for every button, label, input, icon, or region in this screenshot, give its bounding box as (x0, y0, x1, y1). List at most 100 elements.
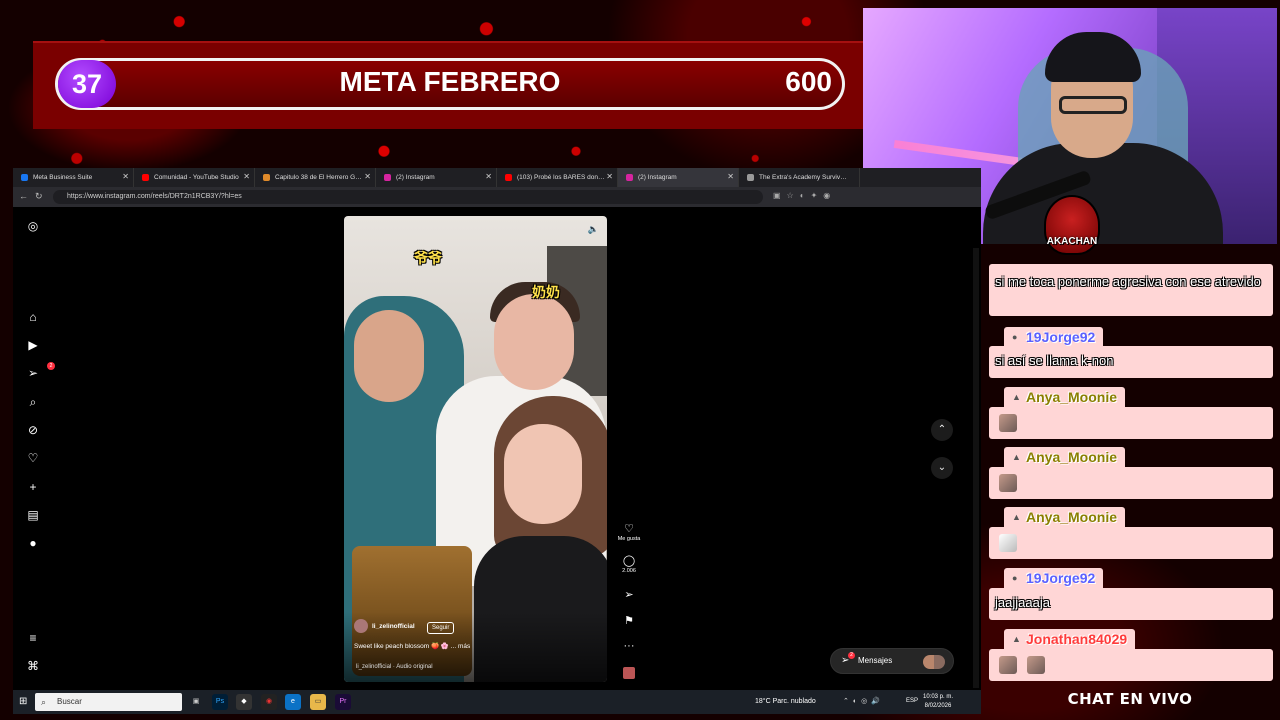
address-bar-row: ← ↻ https://www.instagram.com/reels/DRT2… (13, 187, 981, 207)
tab-extras-academy[interactable]: The Extra's Academy Survival Gui (739, 168, 860, 187)
chat-username: Anya_Moonie (1026, 509, 1118, 525)
messages-pill[interactable]: ➢ 2 Mensajes (830, 648, 954, 674)
tab-youtube-bares[interactable]: (103) Probé los BARES donde los ✕ (497, 168, 618, 187)
close-icon[interactable]: ✕ (243, 172, 250, 181)
photoshop-icon[interactable]: Ps (212, 694, 228, 710)
tab-label: The Extra's Academy Survival Gui (759, 174, 847, 181)
obs-icon[interactable]: ◉ (261, 694, 277, 710)
search-icon: ⌕ (41, 697, 47, 707)
reel-user-avatar[interactable] (354, 619, 368, 633)
dashboard-icon[interactable]: ▤ (26, 508, 40, 522)
instagram-sidebar: ◎ ⌂ ▶ ➢ 2 ⌕ ⊘ ♡ + ▤ ● ≡ ⌘ (13, 207, 55, 690)
tab-instagram-1[interactable]: (2) Instagram ✕ (376, 168, 497, 187)
tab-label: Meta Business Suite (33, 174, 93, 181)
taskbar-search[interactable]: ⌕ Buscar (35, 693, 182, 711)
chat-message-text: si así se llama k-non (995, 353, 1114, 368)
chat-emote (999, 474, 1017, 492)
previous-reel-button[interactable]: ⌃ (931, 419, 953, 441)
premiere-icon[interactable]: Pr (335, 694, 351, 710)
channel-logo-text: AKACHAN (1046, 236, 1098, 247)
next-reel-button[interactable]: ⌄ (931, 457, 953, 479)
more-options-button[interactable]: ··· (614, 640, 644, 652)
chat-message-text: si me toca ponerme agresiva con ese atre… (995, 274, 1261, 289)
follow-button[interactable]: Seguir (427, 622, 455, 634)
windows-start-icon[interactable]: ⊞ (19, 696, 27, 707)
taskbar-date: 8/02/2026 (924, 703, 952, 709)
close-icon[interactable]: ✕ (606, 172, 613, 181)
reel-audio[interactable]: li_zelinofficial · Audio original (356, 664, 433, 670)
close-icon[interactable]: ✕ (122, 172, 129, 181)
reel-caption[interactable]: Sweet like peach blossom 🍑 🌸 ... más (354, 642, 470, 650)
back-arrow-icon[interactable]: ← (19, 191, 28, 201)
share-button[interactable]: ➢ (614, 588, 644, 601)
profile-icon[interactable]: ● (26, 536, 40, 550)
task-view-icon[interactable]: ▣ (188, 694, 204, 710)
reel-video[interactable]: 爷爷 奶奶 🔈 li_zelinofficial Seguir Sweet li… (344, 216, 607, 682)
chat-message (989, 649, 1273, 681)
reel-person-grandmother-head (494, 294, 574, 390)
reel-person-grandfather-head (354, 310, 424, 402)
youtube-icon (142, 174, 149, 181)
audio-thumbnail[interactable] (614, 666, 644, 684)
goal-title: META FEBRERO (339, 66, 561, 97)
close-icon[interactable]: ✕ (364, 172, 371, 181)
reel-username[interactable]: li_zelinofficial (372, 623, 415, 630)
chat-emote (999, 414, 1017, 432)
explore-icon[interactable]: ⊘ (26, 423, 40, 437)
tab-label: Comunidad - YouTube Studio (154, 174, 239, 181)
tab-meta-business[interactable]: Meta Business Suite ✕ (13, 168, 134, 187)
tab-instagram-active[interactable]: (2) Instagram ✕ (618, 168, 739, 187)
streamer-hair (1045, 32, 1141, 82)
goal-current-count: 37 (58, 60, 116, 108)
live-chat: si me toca ponerme agresiva con ese atre… (985, 262, 1275, 690)
chat-message (989, 527, 1273, 559)
chat-username: Anya_Moonie (1026, 449, 1118, 465)
subscriber-badge-icon: ● (1012, 332, 1018, 342)
bookmark-icon: ⚑ (624, 615, 634, 627)
subscriber-badge-icon: ● (1012, 573, 1018, 583)
tab-label: (2) Instagram (638, 174, 677, 181)
taskbar-time: 10:03 p. m. (923, 694, 954, 700)
menu-icon[interactable]: ≡ (26, 631, 40, 645)
like-button[interactable]: ♡ Me gusta (614, 522, 644, 542)
url-input[interactable]: https://www.instagram.com/reels/DRT2n1RC… (53, 190, 763, 204)
site-icon (263, 174, 270, 181)
system-tray-icons[interactable]: ⌃◐◎🔊 (843, 697, 884, 705)
notifications-icon[interactable]: ♡ (26, 451, 40, 465)
tab-herrero[interactable]: Capitulo 38 de El Herrero Genio d ✕ (255, 168, 376, 187)
messages-icon[interactable]: ➢ 2 (26, 362, 55, 380)
taskbar-clock[interactable]: 10:03 p. m. 8/02/2026 (923, 693, 953, 711)
create-icon[interactable]: + (26, 480, 40, 494)
edge-icon[interactable]: e (285, 694, 301, 710)
browser-window: Meta Business Suite ✕ Comunidad - YouTub… (13, 168, 981, 690)
search-icon[interactable]: ⌕ (26, 395, 40, 409)
app-icon[interactable]: ◆ (236, 694, 252, 710)
file-explorer-icon[interactable]: ▭ (310, 694, 326, 710)
page-scrollbar[interactable] (973, 248, 979, 688)
chat-username: Anya_Moonie (1026, 389, 1118, 405)
heart-icon: ♡ (624, 523, 634, 535)
close-icon[interactable]: ✕ (485, 172, 492, 181)
more-icon: ··· (623, 640, 635, 652)
browser-toolbar-icons[interactable]: ▣☆◐✦◉ (773, 191, 836, 200)
goal-target-count: 600 (785, 66, 832, 97)
close-icon[interactable]: ✕ (727, 172, 734, 181)
reels-icon[interactable]: ▶ (26, 338, 40, 352)
comment-button[interactable]: ◯ 2.006 (614, 554, 644, 574)
threads-icon[interactable]: ⌘ (26, 659, 40, 673)
send-icon: ➢ (624, 589, 634, 601)
taskbar-weather[interactable]: 18°C Parc. nublado (755, 698, 816, 705)
reload-icon[interactable]: ↻ (35, 191, 43, 202)
taskbar-language[interactable]: ESP (906, 698, 918, 704)
instagram-logo-icon[interactable]: ◎ (26, 219, 40, 233)
streamer-glasses (1059, 96, 1127, 114)
comment-icon: ◯ (622, 555, 636, 567)
tab-youtube-studio[interactable]: Comunidad - YouTube Studio ✕ (134, 168, 255, 187)
home-icon[interactable]: ⌂ (26, 310, 40, 324)
volume-icon[interactable]: 🔈 (588, 224, 599, 235)
save-button[interactable]: ⚑ (614, 614, 644, 627)
reel-label-grandpa: 爷爷 (414, 250, 442, 266)
meta-icon (21, 174, 28, 181)
instagram-icon (384, 174, 391, 181)
chat-emote (999, 656, 1017, 674)
